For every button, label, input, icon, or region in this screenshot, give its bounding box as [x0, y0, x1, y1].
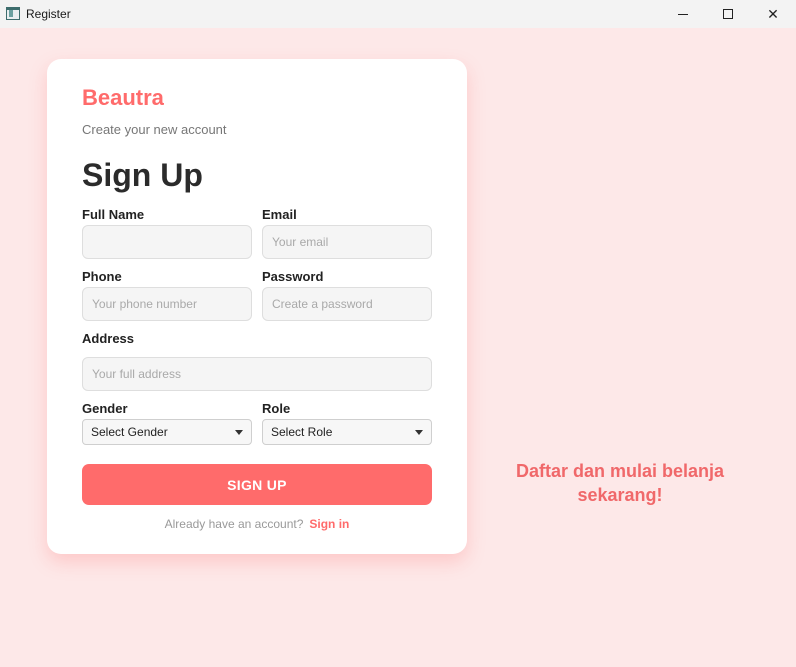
- address-field[interactable]: [82, 357, 432, 391]
- email-label: Email: [262, 207, 297, 222]
- gender-select[interactable]: Select Gender: [82, 419, 252, 445]
- phone-field[interactable]: [82, 287, 252, 321]
- minimize-button[interactable]: [660, 0, 706, 28]
- full-name-label: Full Name: [82, 207, 145, 222]
- gender-select-value: Select Gender: [91, 425, 168, 439]
- role-select[interactable]: Select Role: [262, 419, 432, 445]
- address-label: Address: [82, 331, 135, 346]
- chevron-down-icon: [415, 430, 423, 435]
- signin-prompt: Already have an account? Sign in: [47, 517, 467, 531]
- maximize-icon: [723, 9, 733, 19]
- close-icon: ✕: [767, 5, 779, 22]
- gender-label: Gender: [82, 401, 128, 416]
- role-label: Role: [262, 401, 291, 416]
- phone-label: Phone: [82, 269, 122, 284]
- signup-card: Beautra Create your new account Sign Up …: [47, 59, 467, 554]
- app-window-icon: [6, 7, 20, 20]
- signin-prompt-text: Already have an account?: [164, 517, 304, 531]
- page-title: Sign Up: [82, 157, 203, 193]
- password-label: Password: [262, 269, 324, 284]
- password-field[interactable]: [262, 287, 432, 321]
- window-titlebar: Register ✕: [0, 0, 796, 28]
- close-button[interactable]: ✕: [750, 0, 796, 28]
- role-select-value: Select Role: [271, 425, 333, 439]
- chevron-down-icon: [235, 430, 243, 435]
- brand-logo-text: Beautra: [82, 85, 164, 110]
- minimize-icon: [678, 13, 688, 15]
- promo-line-2: sekarang!: [577, 485, 663, 505]
- page-subtitle: Create your new account: [82, 122, 227, 137]
- signup-button[interactable]: SIGN UP: [82, 464, 432, 505]
- promo-line-1: Daftar dan mulai belanja: [515, 461, 725, 481]
- window-title: Register: [26, 7, 71, 21]
- promo-text: Daftar dan mulai belanja sekarang!: [500, 459, 740, 507]
- email-field[interactable]: [262, 225, 432, 259]
- maximize-button[interactable]: [705, 0, 751, 28]
- full-name-field[interactable]: [82, 225, 252, 259]
- signin-link[interactable]: Sign in: [309, 517, 349, 531]
